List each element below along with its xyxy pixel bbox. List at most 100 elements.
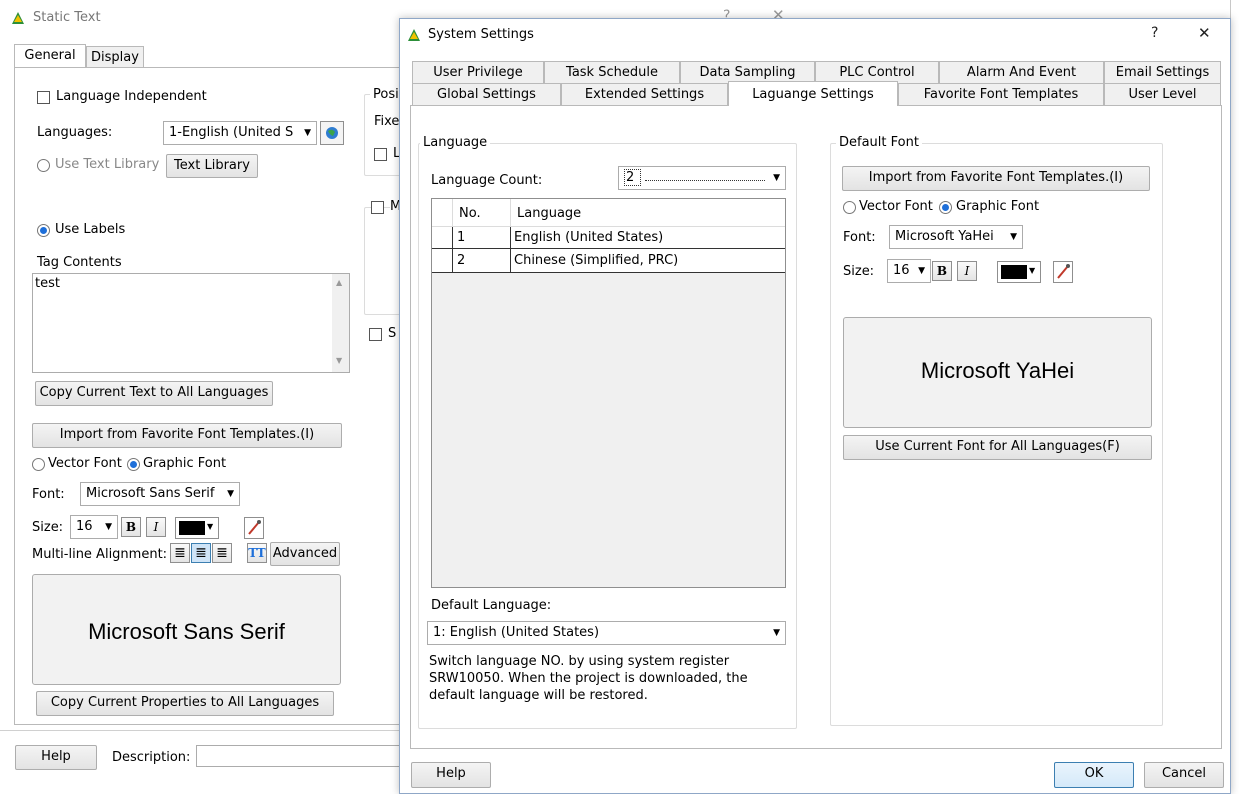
tag-contents-label: Tag Contents — [37, 255, 122, 270]
tag-contents-textarea[interactable]: test ▲ ▼ — [32, 273, 350, 373]
app-icon — [10, 10, 26, 26]
default-language-combo[interactable]: 1: English (United States) ▼ — [427, 621, 786, 645]
font-combo[interactable]: Microsoft Sans Serif ▼ — [80, 482, 240, 506]
dialog-font-label: Font: — [843, 230, 876, 245]
window-title: Static Text — [33, 10, 101, 25]
dialog-font-preview-text: Microsoft YaHei — [920, 358, 1075, 383]
use-text-library-radio[interactable] — [37, 159, 50, 172]
copy-text-all-languages-button[interactable]: Copy Current Text to All Languages — [35, 381, 273, 406]
chevron-down-icon: ▼ — [773, 173, 780, 183]
checkbox-s[interactable] — [369, 328, 382, 341]
advanced-button[interactable]: Advanced — [270, 542, 340, 566]
checkbox-m[interactable] — [371, 201, 384, 214]
align-left-icon[interactable]: ≣ — [170, 543, 190, 563]
bottom-separator — [0, 730, 400, 731]
languages-label: Languages: — [37, 125, 113, 140]
dialog-color-picker[interactable]: ▼ — [997, 261, 1041, 283]
italic-button[interactable]: I — [146, 517, 166, 537]
group-m — [364, 207, 404, 315]
position-group — [364, 94, 404, 176]
languages-combo[interactable]: 1-English (United S ▼ — [163, 121, 317, 145]
tab-display[interactable]: Display — [86, 46, 144, 68]
language-table[interactable]: No. Language 1 English (United States) 2… — [431, 198, 786, 588]
tab-task-schedule[interactable]: Task Schedule — [544, 61, 680, 83]
language-count-combo[interactable]: 2 ▼ — [618, 166, 786, 190]
text-style-icon[interactable]: TT — [247, 543, 267, 563]
vector-font-label: Vector Font — [48, 456, 122, 471]
checkbox-s-label: S — [388, 326, 397, 341]
dialog-italic-button[interactable]: I — [957, 261, 977, 281]
dialog-graphic-font-radio[interactable] — [939, 201, 952, 214]
chevron-down-icon: ▼ — [773, 628, 780, 638]
dialog-app-icon — [406, 27, 422, 43]
default-font-title: Default Font — [836, 135, 922, 150]
chevron-down-icon: ▼ — [304, 128, 311, 138]
tab-plc-control[interactable]: PLC Control — [815, 61, 939, 83]
dialog-font-combo[interactable]: Microsoft YaHei ▼ — [889, 225, 1023, 249]
chevron-down-icon: ▼ — [1029, 266, 1036, 275]
dialog-help-button[interactable]: ? — [1151, 25, 1158, 41]
tab-user-privilege[interactable]: User Privilege — [412, 61, 544, 83]
chevron-down-icon: ▼ — [227, 489, 234, 499]
description-input[interactable] — [196, 745, 406, 767]
eyedropper-icon[interactable] — [244, 517, 264, 539]
fixed-label: Fixe — [374, 114, 400, 129]
use-font-all-languages-button[interactable]: Use Current Font for All Languages(F) — [843, 435, 1152, 460]
language-note: Switch language NO. by using system regi… — [429, 654, 748, 703]
import-font-template-button[interactable]: Import from Favorite Font Templates.(I) — [32, 423, 342, 448]
default-language-label: Default Language: — [431, 598, 552, 613]
dialog-vector-font-radio[interactable] — [843, 201, 856, 214]
tab-favorite-font-templates[interactable]: Favorite Font Templates — [898, 83, 1104, 105]
dialog-size-label: Size: — [843, 264, 875, 279]
active-tab-joiner — [729, 104, 897, 107]
graphic-font-radio[interactable] — [127, 458, 140, 471]
dialog-help-button-bottom[interactable]: Help — [411, 762, 491, 788]
header-language[interactable]: Language — [517, 206, 581, 221]
font-preview-box: Microsoft Sans Serif — [32, 574, 341, 685]
dialog-eyedropper-icon[interactable] — [1053, 261, 1073, 283]
size-combo[interactable]: 16 ▼ — [70, 515, 118, 539]
tab-alarm-and-event[interactable]: Alarm And Event — [939, 61, 1104, 83]
bold-button[interactable]: B — [121, 517, 141, 537]
globe-icon[interactable] — [320, 121, 344, 145]
language-independent-checkbox[interactable] — [37, 91, 50, 104]
ok-button[interactable]: OK — [1054, 762, 1134, 788]
dialog-bold-button[interactable]: B — [932, 261, 952, 281]
cancel-button[interactable]: Cancel — [1144, 762, 1224, 788]
vector-font-radio[interactable] — [32, 458, 45, 471]
tab-data-sampling[interactable]: Data Sampling — [680, 61, 815, 83]
use-labels-radio[interactable] — [37, 224, 50, 237]
color-picker[interactable]: ▼ — [175, 517, 219, 539]
textarea-scrollbar[interactable]: ▲ ▼ — [332, 274, 349, 372]
chevron-down-icon: ▼ — [207, 522, 214, 531]
tab-global-settings[interactable]: Global Settings — [412, 83, 561, 105]
tab-extended-settings[interactable]: Extended Settings — [561, 83, 728, 105]
align-center-icon[interactable]: ≣ — [191, 543, 211, 563]
checkbox-l[interactable] — [374, 148, 387, 161]
dialog-font-preview-box: Microsoft YaHei — [843, 317, 1152, 428]
dialog-size-combo[interactable]: 16 ▼ — [887, 259, 931, 283]
align-right-icon[interactable]: ≣ — [212, 543, 232, 563]
language-count-label: Language Count: — [431, 173, 543, 188]
tab-general[interactable]: General — [14, 44, 86, 68]
language-group-title: Language — [420, 135, 491, 150]
table-row[interactable]: 1 English (United States) — [432, 227, 785, 249]
dialog-vector-font-label: Vector Font — [859, 199, 933, 214]
copy-properties-all-languages-button[interactable]: Copy Current Properties to All Languages — [36, 691, 334, 716]
tab-user-level[interactable]: User Level — [1104, 83, 1221, 105]
position-group-title: Posi — [370, 87, 402, 102]
table-header: No. Language — [432, 199, 785, 227]
dialog-graphic-font-label: Graphic Font — [956, 199, 1040, 214]
graphic-font-label: Graphic Font — [143, 456, 227, 471]
text-library-button[interactable]: Text Library — [166, 154, 258, 178]
font-preview-text: Microsoft Sans Serif — [88, 619, 285, 644]
dialog-import-font-button[interactable]: Import from Favorite Font Templates.(I) — [842, 166, 1150, 191]
multiline-alignment-label: Multi-line Alignment: — [32, 547, 168, 562]
row-language: Chinese (Simplified, PRC) — [514, 253, 679, 268]
dialog-close-button[interactable]: ✕ — [1198, 24, 1211, 42]
table-row[interactable]: 2 Chinese (Simplified, PRC) — [432, 249, 785, 273]
tab-email-settings[interactable]: Email Settings — [1104, 61, 1221, 83]
bg-help-button[interactable]: Help — [15, 745, 97, 770]
description-label: Description: — [112, 750, 191, 765]
header-no[interactable]: No. — [459, 206, 481, 221]
